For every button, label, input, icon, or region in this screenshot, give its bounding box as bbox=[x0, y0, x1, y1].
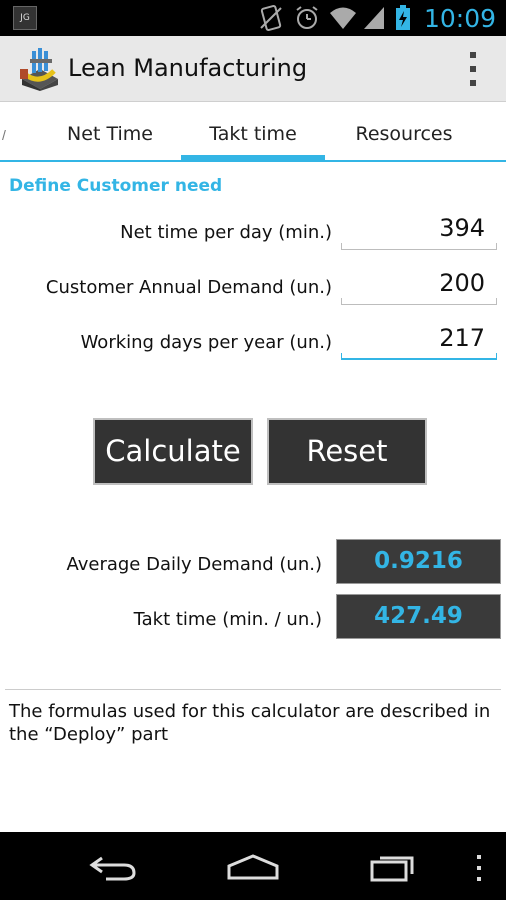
navigation-bar bbox=[0, 832, 506, 900]
divider bbox=[5, 689, 501, 690]
formulas-note: The formulas used for this calculator ar… bbox=[9, 701, 491, 745]
annual-demand-label: Customer Annual Demand (un.) bbox=[45, 277, 332, 298]
action-bar: Lean Manufacturing bbox=[0, 36, 506, 102]
status-bar: JG 10:09 bbox=[0, 0, 506, 36]
recent-apps-icon[interactable] bbox=[368, 850, 420, 884]
working-days-field[interactable]: 217 bbox=[341, 320, 497, 360]
app-title: Lean Manufacturing bbox=[68, 54, 308, 82]
overflow-menu-icon[interactable] bbox=[468, 52, 478, 86]
tab-bar: / Net Time Takt time Resources bbox=[0, 102, 506, 162]
battery-charging-icon bbox=[395, 5, 410, 30]
reset-button[interactable]: Reset bbox=[267, 418, 427, 485]
average-daily-demand-value: 0.9216 bbox=[336, 539, 501, 584]
notification-app-icon: JG bbox=[13, 6, 37, 30]
working-days-value[interactable]: 217 bbox=[439, 324, 485, 352]
annual-demand-field[interactable]: 200 bbox=[341, 265, 497, 305]
no-sim-icon bbox=[260, 5, 282, 31]
net-time-field[interactable]: 394 bbox=[341, 210, 497, 250]
tab-resources[interactable]: Resources bbox=[334, 102, 474, 162]
status-icons: 10:09 bbox=[256, 0, 506, 36]
takt-time-value: 427.49 bbox=[336, 594, 501, 639]
net-time-label: Net time per day (min.) bbox=[120, 222, 332, 243]
wifi-icon bbox=[329, 7, 356, 29]
previous-tab-edge-icon[interactable]: / bbox=[2, 127, 6, 143]
alarm-icon bbox=[296, 6, 318, 29]
working-days-label: Working days per year (un.) bbox=[80, 332, 332, 353]
annual-demand-value[interactable]: 200 bbox=[439, 269, 485, 297]
tab-takt-time[interactable]: Takt time bbox=[181, 102, 325, 162]
status-clock: 10:09 bbox=[423, 3, 496, 33]
signal-icon bbox=[363, 7, 384, 29]
section-title: Define Customer need bbox=[9, 176, 223, 196]
home-icon[interactable] bbox=[225, 852, 281, 882]
average-daily-demand-label: Average Daily Demand (un.) bbox=[66, 554, 322, 575]
tab-net-time[interactable]: Net Time bbox=[40, 102, 180, 162]
menu-dots-icon[interactable] bbox=[474, 854, 484, 882]
lean-manufacturing-logo-icon[interactable] bbox=[18, 45, 62, 91]
tab-underline bbox=[0, 160, 506, 162]
net-time-value[interactable]: 394 bbox=[439, 214, 485, 242]
takt-time-label: Takt time (min. / un.) bbox=[133, 609, 322, 630]
calculate-button[interactable]: Calculate bbox=[93, 418, 253, 485]
back-icon[interactable] bbox=[86, 852, 138, 882]
